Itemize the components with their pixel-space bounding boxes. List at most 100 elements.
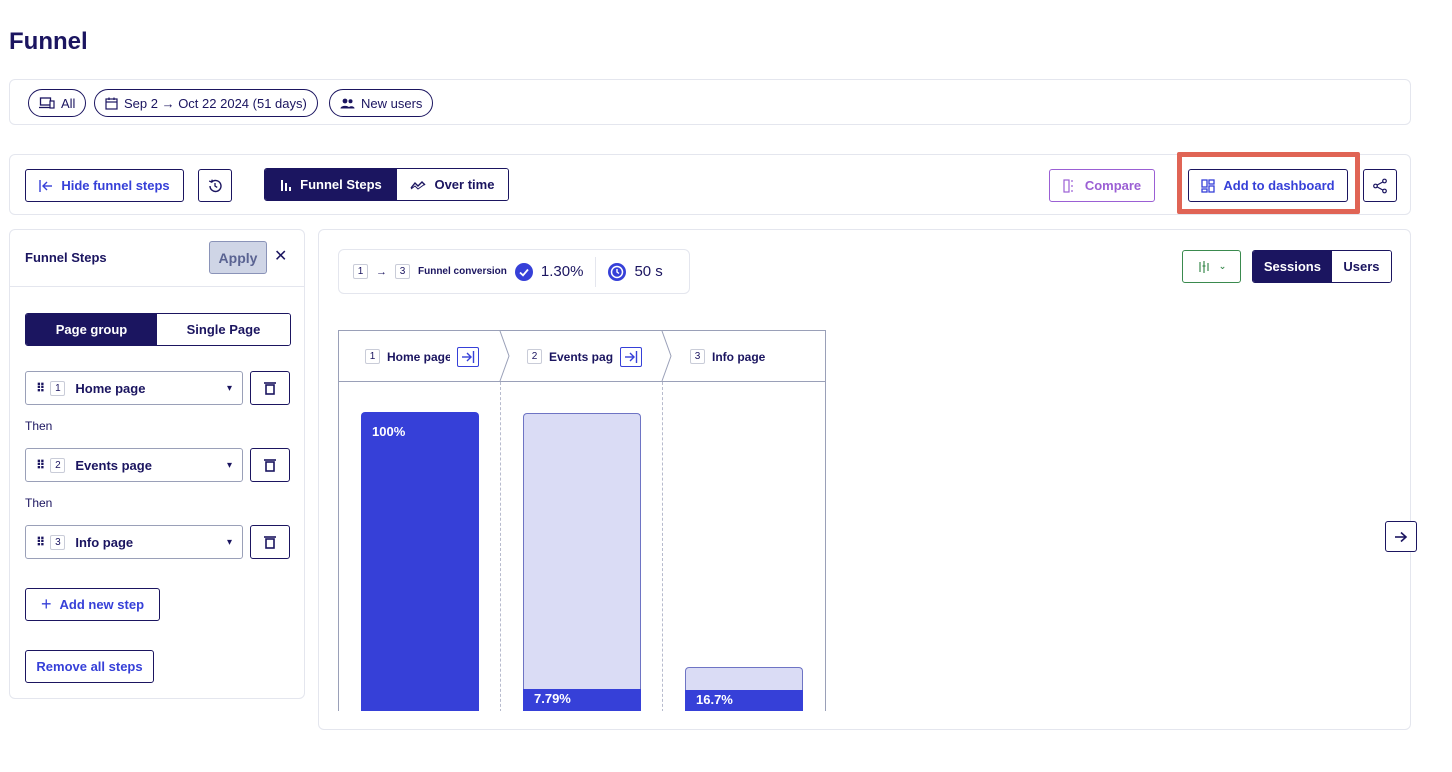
arrow-right-icon <box>1395 531 1408 542</box>
chart-type-dropdown[interactable]: ⌄ <box>1182 250 1241 283</box>
highlight-box <box>1177 152 1360 214</box>
tab-funnel-steps-label: Funnel Steps <box>300 177 382 192</box>
tab-page-group[interactable]: Page group <box>26 314 157 345</box>
conversion-bar-step-1[interactable] <box>361 412 479 711</box>
add-new-step-button[interactable]: + Add new step <box>25 588 160 621</box>
step-number: 2 <box>50 457 66 473</box>
tab-users[interactable]: Users <box>1331 251 1391 282</box>
bar-chart-icon <box>281 179 292 191</box>
chevron-down-icon: ▾ <box>226 536 232 548</box>
conversion-rate: 1.30% <box>540 263 584 280</box>
audience-chip[interactable]: New users <box>329 89 434 117</box>
chart-settings-icon <box>1199 260 1209 273</box>
device-filter-label: All <box>61 95 76 111</box>
delete-step-button[interactable] <box>250 448 290 482</box>
drag-handle-icon[interactable]: ⠿ <box>36 381 45 395</box>
audience-label: New users <box>361 95 423 111</box>
step-number: 2 <box>527 349 542 364</box>
step-header-label: Home page <box>387 349 450 364</box>
devices-icon <box>39 97 55 109</box>
step-number: 1 <box>365 349 380 364</box>
history-button[interactable] <box>198 169 232 202</box>
tab-single-page[interactable]: Single Page <box>157 314 290 345</box>
delete-step-button[interactable] <box>250 525 290 559</box>
then-label: Then <box>25 419 53 433</box>
step-select-2[interactable]: ⠿ 2 Events page ▾ <box>25 448 243 482</box>
chevron-down-icon: ▾ <box>226 459 232 471</box>
tab-over-time[interactable]: Over time <box>396 169 508 200</box>
step-select-1[interactable]: ⠿ 1 Home page ▾ <box>25 371 243 405</box>
compare-icon <box>1063 178 1073 193</box>
jump-to-step-button[interactable] <box>457 346 479 367</box>
hide-funnel-steps-button[interactable]: Hide funnel steps <box>25 169 184 202</box>
tab-sessions[interactable]: Sessions <box>1253 251 1332 282</box>
share-icon <box>1373 178 1387 193</box>
step-name: Events page <box>75 457 152 473</box>
chevron-down-icon: ▾ <box>226 382 232 394</box>
plus-icon: + <box>40 594 52 614</box>
arrow-to-line-icon <box>462 350 475 363</box>
funnel-conversion-label: Funnel conversion <box>418 266 507 277</box>
arrow-right-icon: → <box>376 265 387 278</box>
device-filter-chip[interactable]: All <box>28 89 87 117</box>
delete-step-button[interactable] <box>250 371 290 405</box>
metric-tabs: Sessions Users <box>1252 250 1392 283</box>
conversion-time: 50 s <box>634 263 663 280</box>
divider <box>595 256 597 287</box>
step-name: Home page <box>75 380 146 396</box>
calendar-icon <box>105 97 118 110</box>
apply-button[interactable]: Apply <box>209 241 267 274</box>
add-new-step-label: Add new step <box>59 597 145 612</box>
page-title: Funnel <box>9 28 88 55</box>
tab-funnel-steps[interactable]: Funnel Steps <box>265 169 397 200</box>
conversion-label-step-3: 16.7% <box>696 692 733 707</box>
chevron-down-icon: ⌄ <box>1218 261 1227 271</box>
step-header-2: 2 Events pag <box>527 331 642 382</box>
step-number: 3 <box>690 349 705 364</box>
collapse-left-icon <box>39 179 53 192</box>
next-page-button[interactable] <box>1385 521 1417 552</box>
funnel-conversion-summary: 1 → 3 Funnel conversion 1.30% 50 s <box>338 249 690 294</box>
funnel-steps-panel: Funnel Steps Apply ✕ Page group Single P… <box>9 229 305 699</box>
step-header-label: Info page <box>712 349 766 364</box>
column-divider <box>500 382 501 711</box>
conversion-to-step: 3 <box>395 264 410 279</box>
compare-button[interactable]: Compare <box>1049 169 1155 202</box>
share-button[interactable] <box>1363 169 1397 202</box>
drag-handle-icon[interactable]: ⠿ <box>36 535 45 549</box>
jump-to-step-button[interactable] <box>620 346 642 367</box>
step-number: 3 <box>50 534 66 550</box>
clock-icon <box>608 262 627 281</box>
panel-divider <box>10 286 304 287</box>
filter-bar: All Sep 2 → Oct 22 2024 (51 days) New us… <box>9 79 1411 125</box>
users-icon <box>340 98 355 108</box>
step-header-1: 1 Home page <box>365 331 479 382</box>
conversion-label-step-2: 7.79% <box>534 690 571 706</box>
tab-over-time-label: Over time <box>434 177 495 192</box>
view-tabs: Funnel Steps Over time <box>264 168 509 201</box>
trash-icon <box>264 459 276 472</box>
date-range-chip[interactable]: Sep 2 → Oct 22 2024 (51 days) <box>94 89 318 117</box>
conversion-from-step: 1 <box>353 264 368 279</box>
dropoff-bar-step-3 <box>685 667 803 690</box>
trash-icon <box>264 382 276 395</box>
trash-icon <box>264 536 276 549</box>
close-icon[interactable]: ✕ <box>274 246 287 266</box>
remove-all-steps-button[interactable]: Remove all steps <box>25 650 154 683</box>
check-circle-icon <box>514 262 533 281</box>
funnel-steps-title: Funnel Steps <box>25 250 107 265</box>
then-label: Then <box>25 496 53 510</box>
step-number: 1 <box>50 380 66 396</box>
step-select-3[interactable]: ⠿ 3 Info page ▾ <box>25 525 243 559</box>
dropoff-bar-step-2 <box>523 413 641 689</box>
drag-handle-icon[interactable]: ⠿ <box>36 458 45 472</box>
funnel-chart-panel: 1 → 3 Funnel conversion 1.30% 50 s ⌄ Ses… <box>318 229 1411 730</box>
compare-label: Compare <box>1084 178 1142 193</box>
funnel-chart: 1 Home page 2 Events pag 3 Info page 100… <box>338 330 826 711</box>
hide-funnel-steps-label: Hide funnel steps <box>61 178 170 193</box>
trend-icon <box>410 180 426 190</box>
column-divider <box>662 382 663 711</box>
step-header-3: 3 Info page <box>690 331 765 382</box>
arrow-to-line-icon <box>625 350 638 363</box>
date-range-label: Sep 2 → Oct 22 2024 (51 days) <box>124 95 307 111</box>
